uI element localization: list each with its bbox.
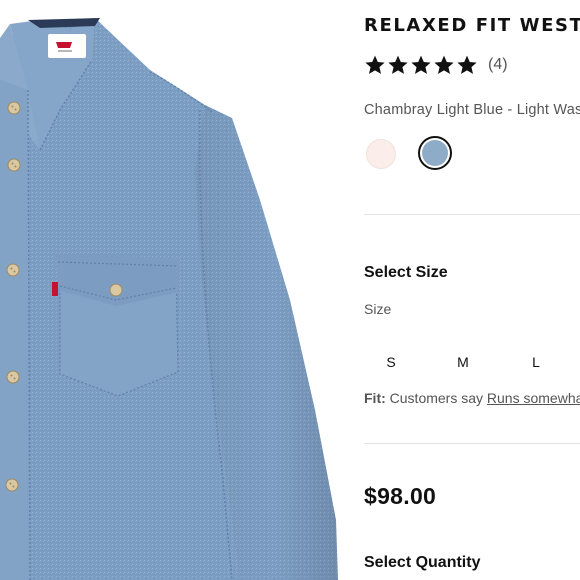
star-icon — [457, 55, 477, 74]
divider — [364, 214, 580, 215]
color-name: Chambray Light Blue - Light Wash — [364, 102, 580, 118]
star-icon — [411, 55, 431, 74]
divider — [364, 443, 580, 444]
price: $98.00 — [364, 483, 437, 509]
fit-prefix: Fit: — [364, 390, 386, 406]
select-quantity-heading: Select Quantity — [364, 554, 481, 571]
size-label: Size — [364, 301, 392, 317]
select-size-heading: Select Size — [364, 264, 448, 281]
star-rating — [364, 54, 478, 76]
product-image[interactable] — [0, 0, 338, 580]
swatch-pale-pink[interactable] — [366, 139, 396, 169]
star-icon — [365, 55, 385, 74]
rating[interactable]: (4) — [364, 54, 508, 76]
fit-link[interactable]: Runs somewhat — [487, 390, 580, 406]
fit-text: Customers say — [389, 390, 484, 406]
swatch-chambray-blue[interactable] — [418, 136, 452, 170]
size-option-m[interactable]: M — [443, 345, 483, 379]
swatch-chambray-blue-fill — [422, 140, 448, 166]
size-option-s[interactable]: S — [371, 345, 411, 379]
product-title: RELAXED FIT WESTERN SHIRT — [364, 15, 580, 36]
shirt-illustration — [0, 18, 338, 580]
star-icon — [388, 55, 408, 74]
size-option-l[interactable]: L — [516, 345, 556, 379]
star-icon — [434, 55, 454, 74]
product-page: RELAXED FIT WESTERN SHIRT (4) Chambray L… — [0, 0, 580, 580]
review-count-link[interactable]: (4) — [488, 56, 508, 74]
fit-note: Fit: Customers say Runs somewhat — [364, 390, 580, 406]
